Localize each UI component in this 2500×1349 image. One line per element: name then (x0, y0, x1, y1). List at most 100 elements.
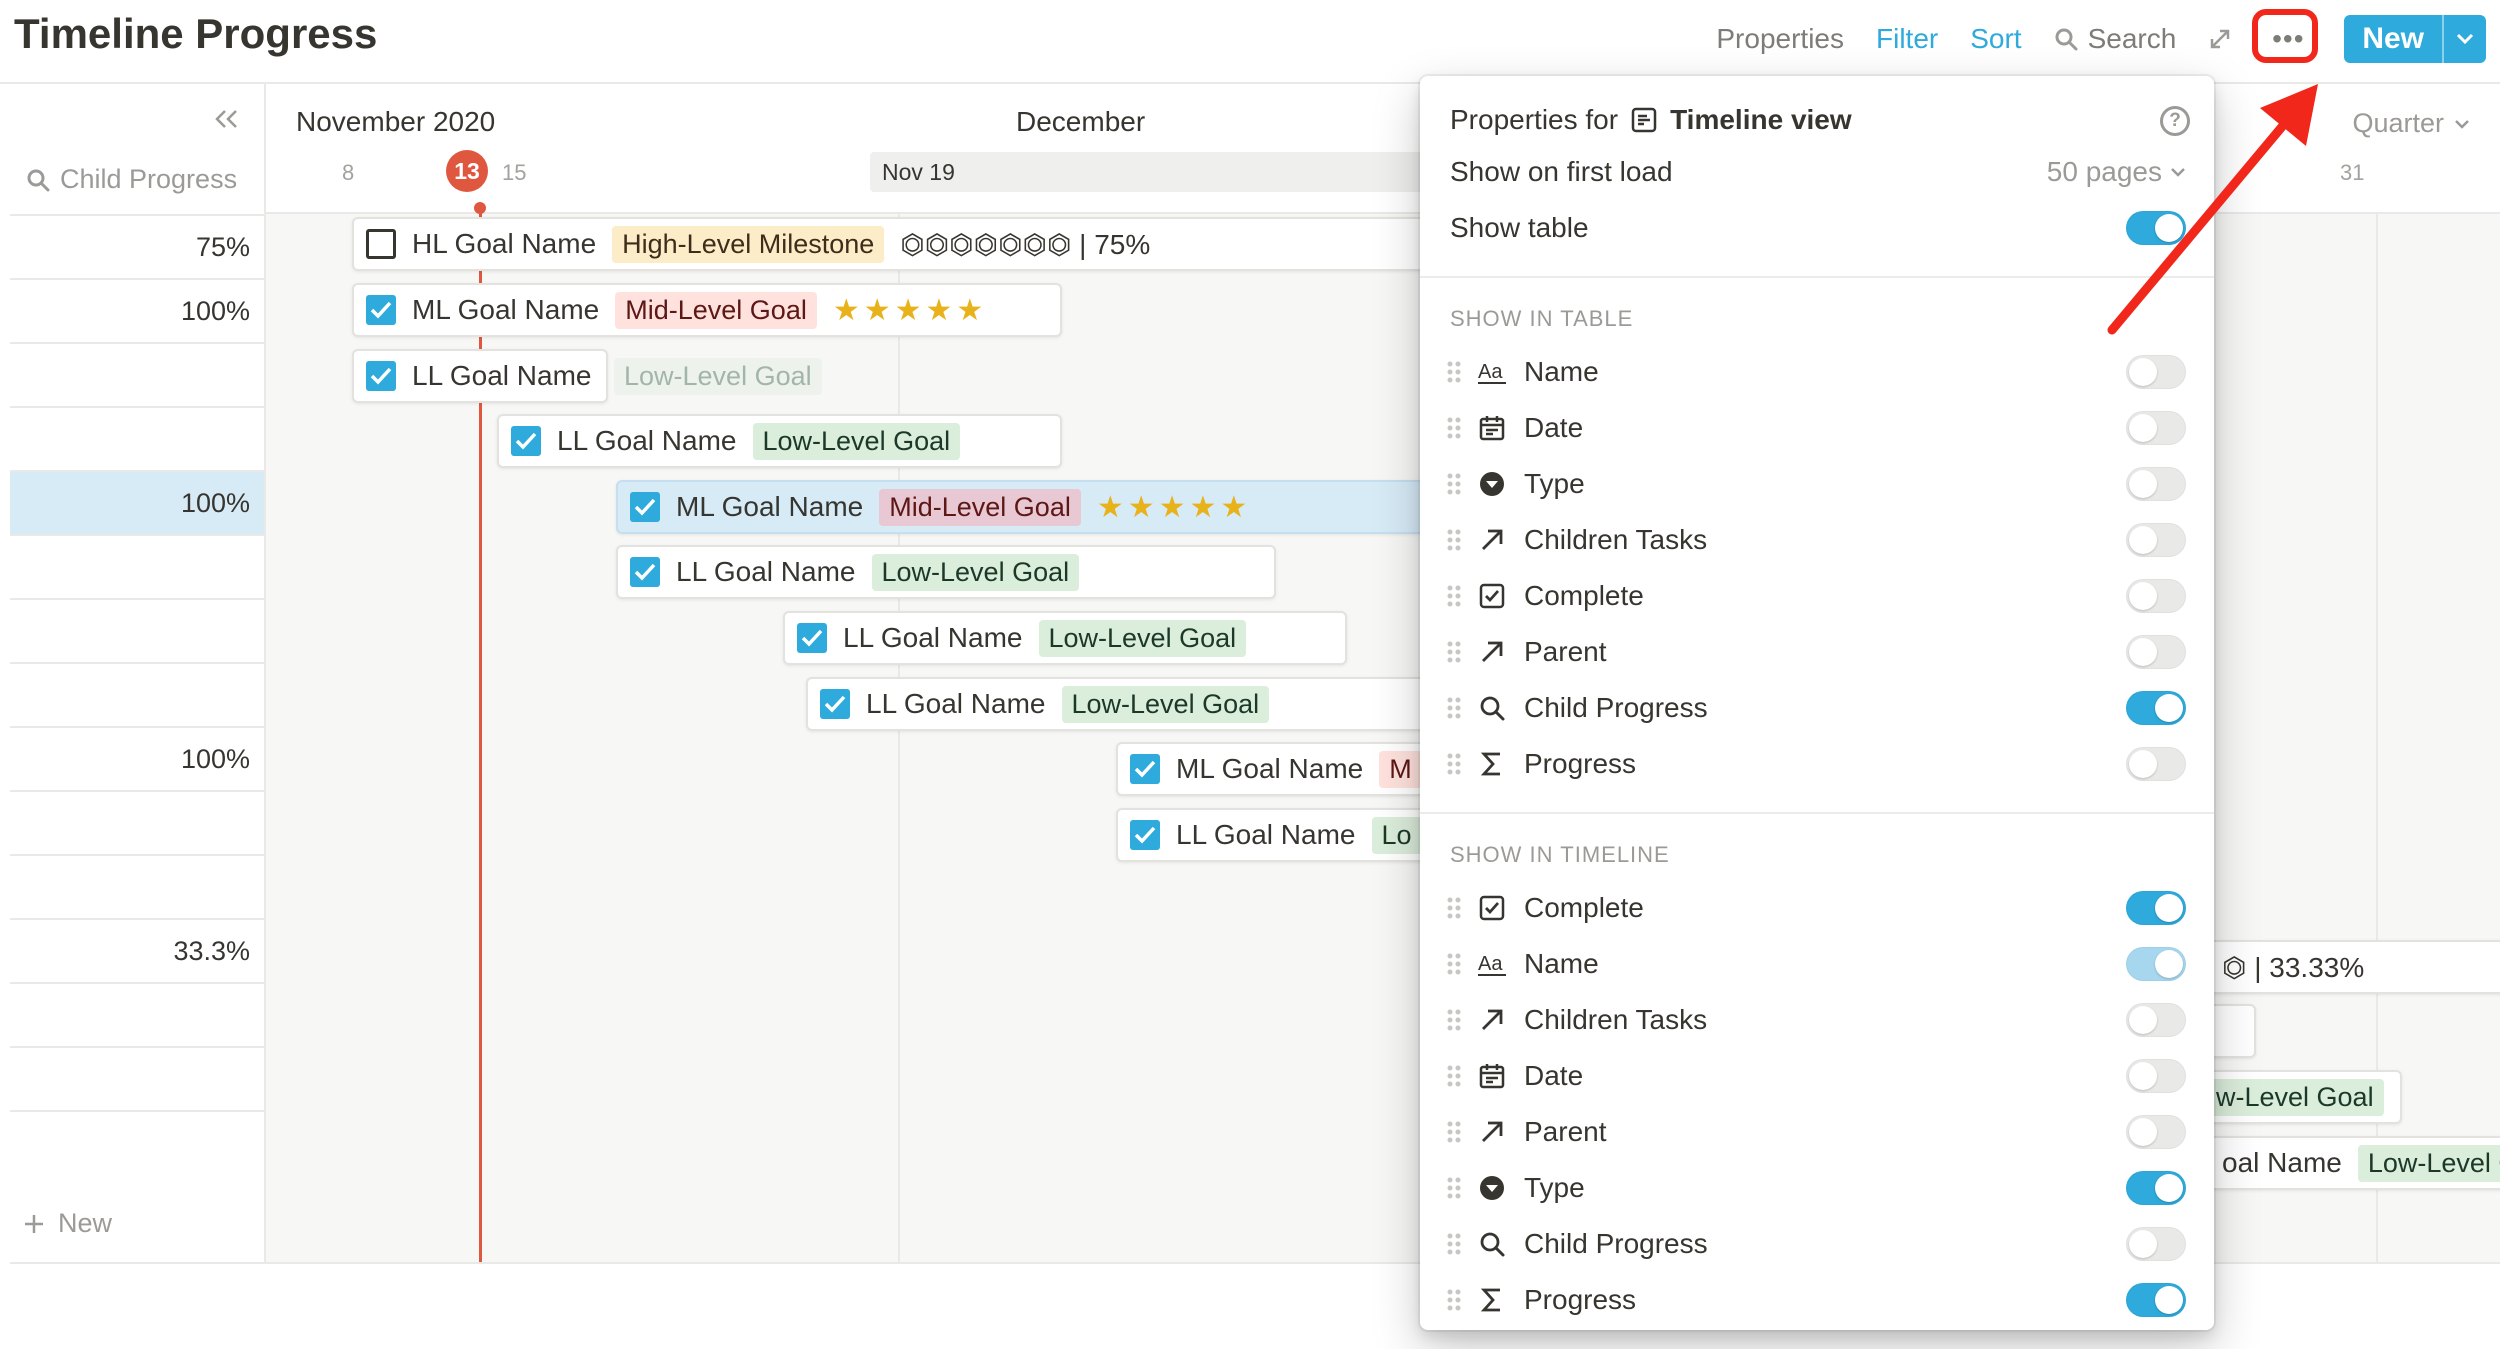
table-row[interactable] (10, 854, 264, 918)
complete-checkbox[interactable] (630, 557, 660, 587)
property-toggle[interactable] (2126, 411, 2186, 445)
drag-handle-icon[interactable] (1444, 357, 1468, 387)
drag-handle-icon[interactable] (1444, 1173, 1468, 1203)
property-toggle[interactable] (2126, 1283, 2186, 1317)
table-row[interactable]: 100% (10, 278, 264, 342)
property-toggle[interactable] (2126, 747, 2186, 781)
complete-checkbox[interactable] (1130, 754, 1160, 784)
show-table-row[interactable]: Show table (1450, 208, 2186, 248)
more-options-button[interactable]: ••• (2252, 9, 2319, 63)
complete-checkbox[interactable] (1130, 820, 1160, 850)
timeline-property-row-children-tasks[interactable]: Children Tasks (1444, 996, 2186, 1044)
timeline-card[interactable]: LL Goal Name Low-Level Goal (616, 545, 1276, 599)
drag-handle-icon[interactable] (1444, 893, 1468, 923)
table-row[interactable] (10, 662, 264, 726)
timeline-card[interactable]: LL Goal Name Lo (1116, 808, 1446, 862)
timeline-property-row-parent[interactable]: Parent (1444, 1108, 2186, 1156)
drag-handle-icon[interactable] (1444, 525, 1468, 555)
table-row[interactable] (10, 598, 264, 662)
timeline-card[interactable]: LL Goal Name Low-Level Goal (497, 414, 1062, 468)
timeline-card[interactable]: ⏣ | 33.33% (2190, 940, 2500, 994)
timeline-property-row-complete[interactable]: Complete (1444, 884, 2186, 932)
add-new-row-button[interactable]: New (22, 1208, 112, 1239)
table-row[interactable] (10, 1046, 264, 1110)
property-row-parent[interactable]: Parent (1444, 628, 2186, 676)
timeline-property-row-progress[interactable]: Progress (1444, 1276, 2186, 1324)
show-on-first-load-row[interactable]: Show on first load 50 pages (1450, 152, 2186, 192)
timeline-property-row-date[interactable]: Date (1444, 1052, 2186, 1100)
timeline-card[interactable]: w-Level Goal (2190, 1070, 2402, 1124)
drag-handle-icon[interactable] (1444, 949, 1468, 979)
property-row-child-progress[interactable]: Child Progress (1444, 684, 2186, 732)
property-toggle[interactable] (2126, 523, 2186, 557)
property-toggle[interactable] (2126, 947, 2186, 981)
timeline-card[interactable]: ML Goal Name M (1116, 742, 1446, 796)
property-row-name[interactable]: Aa Name (1444, 348, 2186, 396)
property-row-date[interactable]: Date (1444, 404, 2186, 452)
drag-handle-icon[interactable] (1444, 1117, 1468, 1147)
property-toggle[interactable] (2126, 635, 2186, 669)
table-row[interactable]: 100% (10, 726, 264, 790)
zoom-select[interactable]: Quarter (2352, 108, 2470, 139)
complete-checkbox[interactable] (511, 426, 541, 456)
complete-checkbox[interactable] (366, 229, 396, 259)
timeline-card[interactable]: LL Goal Name Low-Level Goal (783, 611, 1347, 665)
property-toggle[interactable] (2126, 579, 2186, 613)
new-button[interactable]: New (2344, 15, 2442, 63)
new-dropdown-button[interactable] (2442, 15, 2486, 63)
complete-checkbox[interactable] (366, 295, 396, 325)
timeline-card[interactable]: oal Name Low-Level G (2190, 1136, 2500, 1190)
property-row-type[interactable]: Type (1444, 460, 2186, 508)
timeline-card[interactable]: LL Goal Name Low-Level Goal (806, 677, 1446, 731)
property-toggle[interactable] (2126, 691, 2186, 725)
property-toggle[interactable] (2126, 1003, 2186, 1037)
timeline-card[interactable]: HL Goal Name High-Level Milestone ⏣⏣⏣⏣⏣⏣… (352, 217, 1432, 271)
properties-button[interactable]: Properties (1716, 23, 1844, 55)
property-toggle[interactable] (2126, 467, 2186, 501)
timeline-property-row-type[interactable]: Type (1444, 1164, 2186, 1212)
complete-checkbox[interactable] (366, 361, 396, 391)
table-row[interactable] (10, 534, 264, 598)
table-row[interactable]: 75% (10, 214, 264, 278)
search-button[interactable]: Search (2054, 23, 2176, 55)
property-row-children-tasks[interactable]: Children Tasks (1444, 516, 2186, 564)
timeline-property-row-child-progress[interactable]: Child Progress (1444, 1220, 2186, 1268)
timeline-property-row-name[interactable]: Aa Name (1444, 940, 2186, 988)
drag-handle-icon[interactable] (1444, 1005, 1468, 1035)
complete-checkbox[interactable] (797, 623, 827, 653)
property-row-progress[interactable]: Progress (1444, 740, 2186, 788)
property-toggle[interactable] (2126, 1059, 2186, 1093)
drag-handle-icon[interactable] (1444, 637, 1468, 667)
table-row[interactable] (10, 982, 264, 1046)
timeline-card[interactable]: ML Goal Name Mid-Level Goal ★★★★★ (352, 283, 1062, 337)
complete-checkbox[interactable] (820, 689, 850, 719)
table-row[interactable] (10, 790, 264, 854)
expand-button[interactable] (2208, 27, 2232, 51)
child-progress-column-header[interactable]: Child Progress (26, 164, 237, 195)
property-toggle[interactable] (2126, 891, 2186, 925)
property-toggle[interactable] (2126, 1115, 2186, 1149)
drag-handle-icon[interactable] (1444, 1061, 1468, 1091)
drag-handle-icon[interactable] (1444, 749, 1468, 779)
table-row[interactable]: 33.3% (10, 918, 264, 982)
timeline-card[interactable]: LL Goal Name (352, 349, 608, 403)
drag-handle-icon[interactable] (1444, 1229, 1468, 1259)
timeline-card[interactable]: ML Goal Name Mid-Level Goal ★★★★★ (616, 480, 1436, 534)
drag-handle-icon[interactable] (1444, 693, 1468, 723)
table-row[interactable] (10, 1110, 264, 1174)
drag-handle-icon[interactable] (1444, 413, 1468, 443)
property-toggle[interactable] (2126, 355, 2186, 389)
property-toggle[interactable] (2126, 1227, 2186, 1261)
table-row[interactable] (10, 342, 264, 406)
complete-checkbox[interactable] (630, 492, 660, 522)
table-row[interactable] (10, 406, 264, 470)
drag-handle-icon[interactable] (1444, 1285, 1468, 1315)
collapse-table-button[interactable] (212, 108, 240, 130)
property-row-complete[interactable]: Complete (1444, 572, 2186, 620)
table-row[interactable]: 100% (10, 470, 264, 534)
drag-handle-icon[interactable] (1444, 469, 1468, 499)
drag-handle-icon[interactable] (1444, 581, 1468, 611)
filter-button[interactable]: Filter (1876, 23, 1938, 55)
sort-button[interactable]: Sort (1970, 23, 2021, 55)
property-toggle[interactable] (2126, 1171, 2186, 1205)
